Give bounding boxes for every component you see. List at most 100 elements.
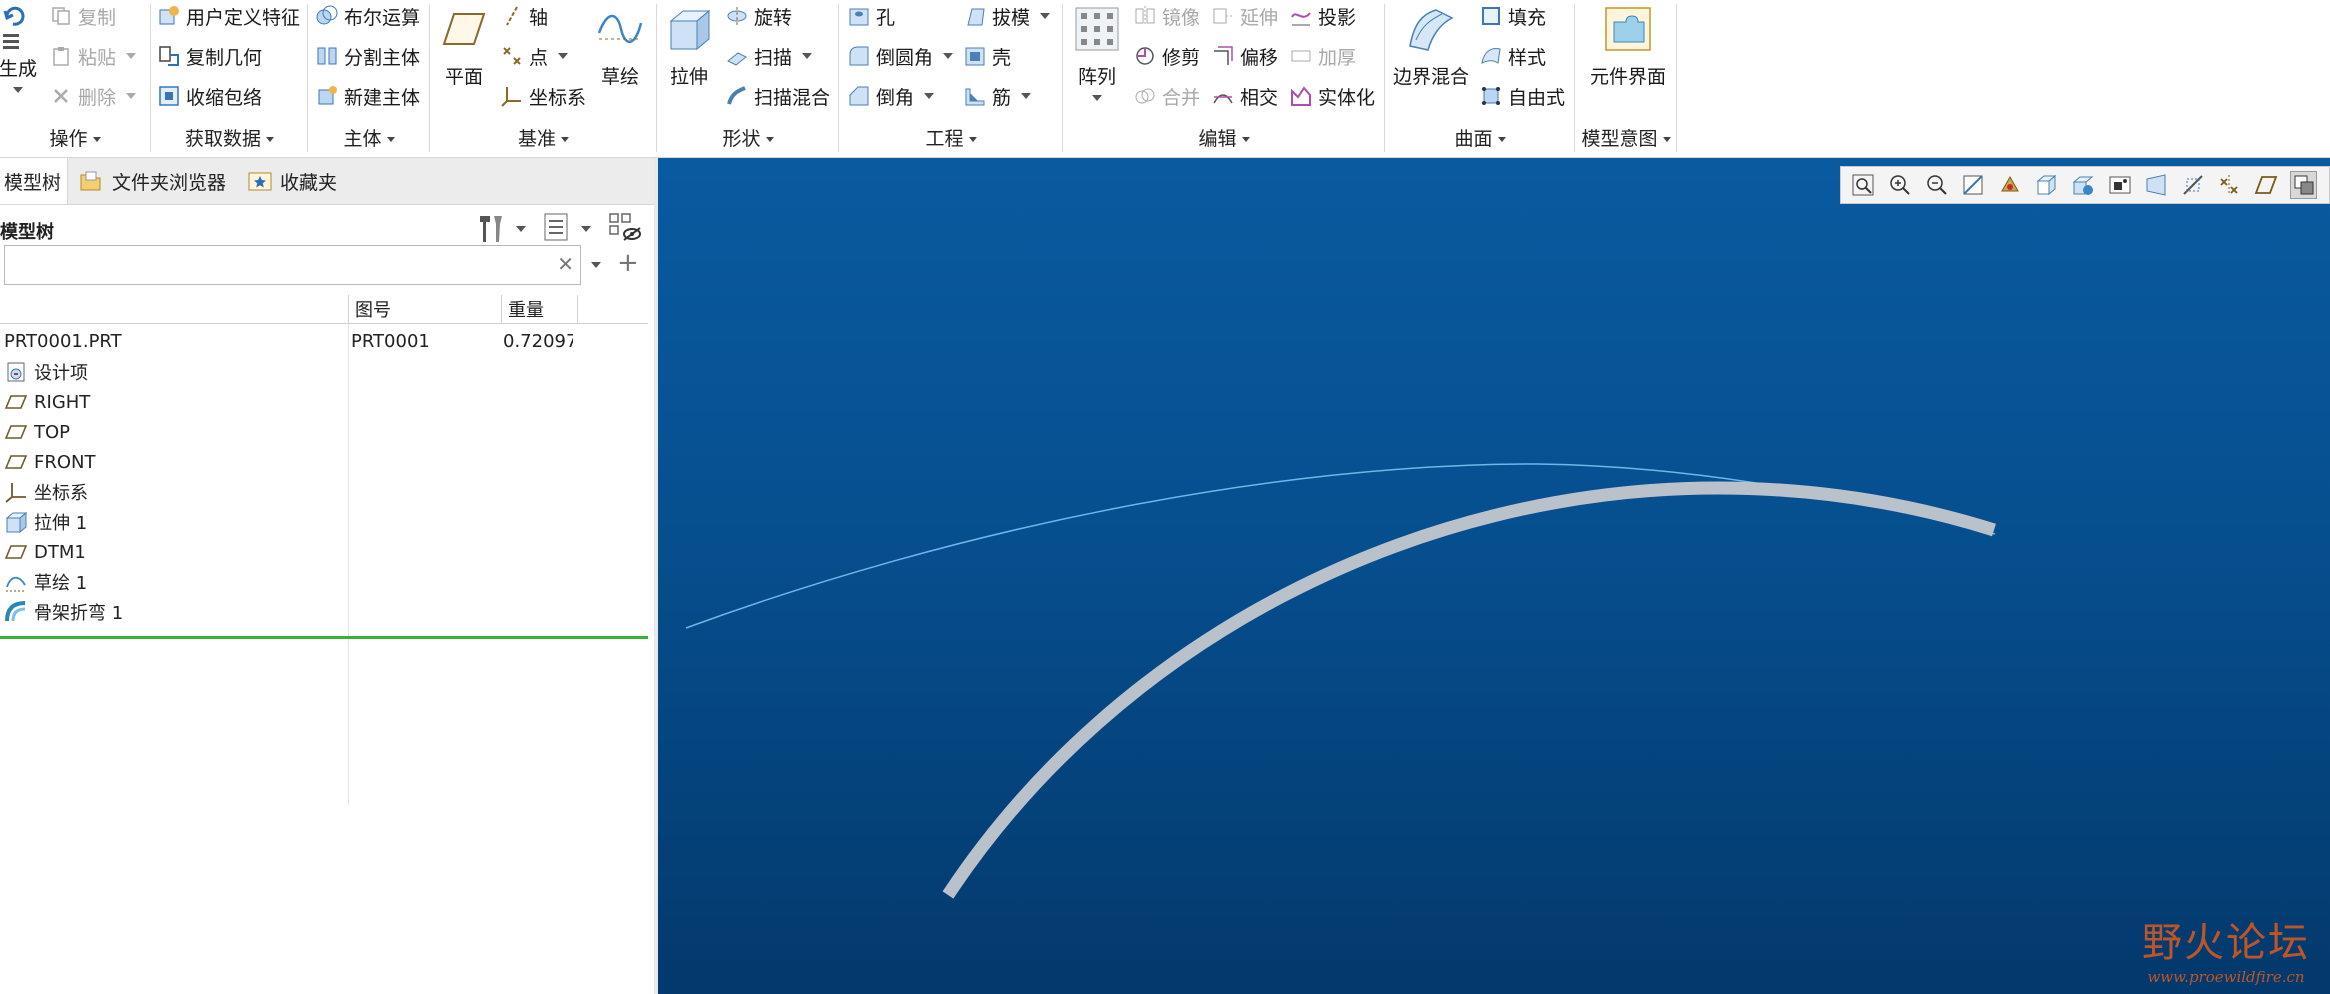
insert-indicator[interactable]: [0, 636, 648, 639]
tree-item-right[interactable]: RIGHT: [0, 387, 648, 417]
search-options-dropdown[interactable]: [591, 262, 601, 268]
spinal-bend-icon: [4, 600, 28, 624]
paste-button[interactable]: 粘贴: [50, 40, 137, 72]
shell-button[interactable]: 壳: [964, 40, 1011, 72]
clear-search-icon[interactable]: ✕: [557, 252, 574, 276]
thicken-button[interactable]: 加厚: [1290, 40, 1356, 72]
csys-button[interactable]: 坐标系: [501, 80, 586, 112]
draft-button[interactable]: 拔模: [964, 0, 1051, 32]
axis-button[interactable]: 轴: [501, 0, 548, 32]
extend-button[interactable]: 延伸: [1212, 0, 1278, 32]
solidify-button[interactable]: 实体化: [1290, 80, 1375, 112]
tree-settings-button[interactable]: [476, 212, 506, 244]
copy-icon: [50, 5, 72, 27]
split-body-button[interactable]: 分割主体: [316, 40, 420, 72]
swept-blend-button[interactable]: 扫描混合: [726, 80, 830, 112]
tree-item-top[interactable]: TOP: [0, 417, 648, 447]
tab-folder-browser[interactable]: 文件夹浏览器: [80, 158, 226, 204]
tree-root-row[interactable]: PRT0001.PRT PRT0001 0.72097: [0, 326, 648, 356]
group-label-operations[interactable]: 操作: [0, 124, 150, 151]
tab-model-tree[interactable]: 模型树: [0, 158, 68, 204]
section-icon[interactable]: [2180, 172, 2205, 198]
root-part-name: PRT0001.PRT: [4, 330, 122, 352]
sketch-button[interactable]: 草绘: [595, 0, 645, 89]
column-header-number[interactable]: 图号: [348, 295, 501, 323]
group-label-surfaces[interactable]: 曲面: [1386, 124, 1574, 151]
new-body-button[interactable]: 新建主体: [316, 80, 420, 112]
group-label-model-intent[interactable]: 模型意图: [1576, 124, 1676, 151]
tree-item-front[interactable]: FRONT: [0, 447, 648, 477]
merge-button[interactable]: 合并: [1134, 80, 1200, 112]
tab-favorites[interactable]: 收藏夹: [248, 158, 337, 204]
hole-icon: [848, 5, 870, 27]
tree-show-button[interactable]: [543, 212, 571, 244]
refit-icon[interactable]: [1851, 172, 1876, 198]
trim-button[interactable]: 修剪: [1134, 40, 1200, 72]
hole-button[interactable]: 孔: [848, 0, 895, 32]
shrinkwrap-button[interactable]: 收缩包络: [158, 80, 262, 112]
offset-button[interactable]: 偏移: [1212, 40, 1278, 72]
revolve-button[interactable]: 旋转: [726, 0, 792, 32]
pattern-button[interactable]: 阵列: [1072, 0, 1122, 101]
extrude-button[interactable]: 拉伸: [664, 0, 714, 89]
tree-settings-dropdown[interactable]: [516, 226, 526, 232]
group-label-body[interactable]: 主体: [309, 124, 429, 151]
copy-geometry-button[interactable]: 复制几何: [158, 40, 262, 72]
group-label-engineering[interactable]: 工程: [840, 124, 1062, 151]
component-interface-button[interactable]: 元件界面: [1584, 0, 1672, 89]
group-label-shapes[interactable]: 形状: [658, 124, 838, 151]
tree-item-csys[interactable]: 坐标系: [0, 477, 648, 507]
boundary-blend-button[interactable]: 边界混合: [1392, 0, 1470, 89]
regenerate-icon: [0, 4, 43, 54]
column-header-weight[interactable]: 重量: [501, 295, 577, 323]
udf-button[interactable]: 用户定义特征: [158, 0, 300, 32]
sketch-icon: [595, 4, 645, 54]
extrude-icon: [664, 4, 714, 54]
view-orientation-icon[interactable]: [2034, 172, 2059, 198]
repaint-icon[interactable]: [1961, 172, 1986, 198]
bent-bar: [942, 481, 1996, 899]
tree-item-design-items[interactable]: 设计项: [0, 357, 648, 387]
delete-button[interactable]: 删除: [50, 80, 137, 112]
saved-views-icon[interactable]: [2071, 172, 2096, 198]
rib-button[interactable]: 筋: [964, 80, 1032, 112]
tree-item-spinal-bend-1[interactable]: 骨架折弯 1: [0, 597, 648, 627]
tree-filter-button[interactable]: [608, 212, 642, 244]
sweep-button[interactable]: 扫描: [726, 40, 813, 72]
fill-button[interactable]: 填充: [1480, 0, 1546, 32]
boolean-button[interactable]: 布尔运算: [316, 0, 420, 32]
tree-show-dropdown[interactable]: [581, 226, 591, 232]
zoom-in-icon[interactable]: [1888, 172, 1913, 198]
view-manager-icon[interactable]: [2107, 172, 2132, 198]
group-operations: 生成 复制 粘贴 删除 操作: [0, 0, 150, 157]
column-header-name[interactable]: [0, 295, 348, 323]
zoom-out-icon[interactable]: [1924, 172, 1949, 198]
mirror-button[interactable]: 镜像: [1134, 0, 1200, 32]
style-button[interactable]: 样式: [1480, 40, 1546, 72]
model-geometry: [685, 463, 1996, 899]
datum-display-icon[interactable]: [2217, 172, 2242, 198]
freestyle-button[interactable]: 自由式: [1480, 80, 1565, 112]
tree-item-extrude-1[interactable]: 拉伸 1: [0, 507, 648, 537]
group-label-datum[interactable]: 基准: [431, 124, 656, 151]
tree-item-sketch-1[interactable]: 草绘 1: [0, 567, 648, 597]
tree-search-input[interactable]: ✕: [4, 245, 581, 285]
group-label-editing[interactable]: 编辑: [1064, 124, 1384, 151]
plane-display-icon[interactable]: [2254, 172, 2279, 198]
perspective-icon[interactable]: [2144, 172, 2169, 198]
graphics-viewport[interactable]: 野火论坛 www.proewildfire.cn: [658, 158, 2330, 994]
spin-center-icon[interactable]: [1997, 172, 2022, 198]
display-style-icon[interactable]: [2290, 171, 2317, 199]
round-button[interactable]: 倒圆角: [848, 40, 954, 72]
copy-button[interactable]: 复制: [50, 0, 116, 32]
chamfer-button[interactable]: 倒角: [848, 80, 935, 112]
group-label-get-data[interactable]: 获取数据: [152, 124, 307, 151]
regenerate-button[interactable]: 生成: [0, 0, 44, 93]
point-button[interactable]: 点: [501, 40, 569, 72]
plane-button[interactable]: 平面: [439, 0, 489, 89]
shell-icon: [964, 45, 986, 67]
intersect-button[interactable]: 相交: [1212, 80, 1278, 112]
tree-item-dtm1[interactable]: DTM1: [0, 537, 648, 567]
project-button[interactable]: 投影: [1290, 0, 1356, 32]
add-column-icon[interactable]: +: [617, 250, 639, 276]
